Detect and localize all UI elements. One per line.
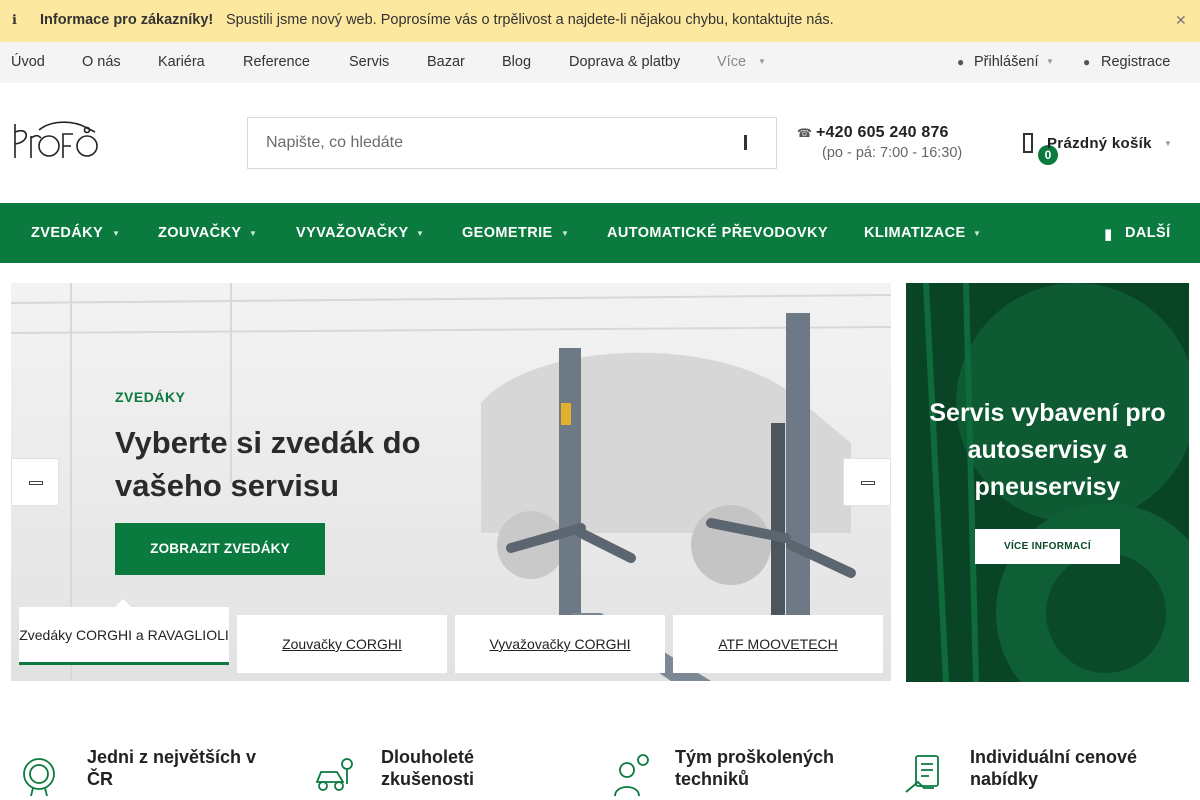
search-box bbox=[247, 117, 777, 169]
top-nav-item-doprava[interactable]: Doprava & platby bbox=[569, 54, 680, 70]
cart-label[interactable]: Prázdný košík bbox=[1047, 135, 1152, 152]
category-geometrie[interactable]: GEOMETRIE bbox=[462, 225, 553, 241]
chevron-down-icon: ▼ bbox=[561, 229, 570, 238]
category-zouvacky[interactable]: ZOUVAČKY bbox=[158, 225, 242, 241]
category-vyvazovacky[interactable]: VYVAŽOVAČKY bbox=[296, 225, 409, 241]
slider-tab-zouvacky[interactable]: Zouvačky CORGHI bbox=[237, 615, 447, 673]
feature-text: Dlouholeté zkušenosti bbox=[381, 747, 475, 789]
technician-icon bbox=[609, 752, 649, 797]
top-nav-item-kariera[interactable]: Kariéra bbox=[158, 54, 205, 70]
phone-icon: ☎ bbox=[797, 126, 812, 140]
search-input[interactable] bbox=[248, 118, 728, 168]
chevron-down-icon: ▼ bbox=[112, 229, 121, 238]
award-badge-icon bbox=[21, 752, 61, 797]
login-link[interactable]: Přihlášení bbox=[974, 54, 1038, 70]
show-lifts-button[interactable]: ZOBRAZIT ZVEDÁKY bbox=[115, 523, 325, 575]
feature-text: Tým proškolených techniků bbox=[675, 747, 835, 789]
register-link[interactable]: Registrace bbox=[1101, 54, 1170, 70]
side-banner-text: Servis vybavení pro autoservisy a pneuse… bbox=[929, 399, 1166, 501]
chevron-down-icon: ▼ bbox=[1046, 57, 1054, 66]
slider-next-button[interactable] bbox=[843, 458, 891, 506]
top-nav-item-bazar[interactable]: Bazar bbox=[427, 54, 465, 70]
contract-icon bbox=[904, 752, 944, 796]
top-nav-item-servis[interactable]: Servis bbox=[349, 54, 389, 70]
feature-text: Jedni z největších v ČR bbox=[87, 747, 257, 789]
top-nav-more[interactable]: Více bbox=[717, 54, 746, 70]
phone-number[interactable]: +420 605 240 876 bbox=[816, 124, 949, 142]
slider-tab-vyvazovacky[interactable]: Vyvažovačky CORGHI bbox=[455, 615, 665, 673]
chevron-down-icon: ▼ bbox=[1164, 139, 1172, 148]
opening-hours: (po - pá: 7:00 - 16:30) bbox=[822, 145, 963, 161]
register-icon: ● bbox=[1083, 55, 1091, 69]
chevron-down-icon: ▼ bbox=[249, 229, 258, 238]
hero-headline: Vyberte si zvedák do vašeho servisu bbox=[115, 425, 421, 503]
category-automaticke-prevodovky[interactable]: AUTOMATICKÉ PŘEVODOVKY bbox=[607, 225, 828, 241]
hero-kicker: ZVEDÁKY bbox=[115, 389, 186, 405]
car-repair-icon bbox=[315, 752, 355, 796]
side-banner[interactable]: Servis vybavení pro autoservisy a pneuse… bbox=[906, 283, 1189, 682]
info-bar-message: Spustili jsme nový web. Poprosíme vás o … bbox=[226, 12, 834, 28]
more-info-button[interactable]: VÍCE INFORMACÍ bbox=[975, 529, 1120, 564]
info-bar-title: Informace pro zákazníky! bbox=[40, 12, 214, 28]
arrow-right-icon bbox=[861, 481, 875, 485]
chevron-down-icon: ▼ bbox=[758, 57, 766, 66]
feature-text: Individuální cenové nabídky bbox=[970, 747, 1138, 789]
top-nav-item-uvod[interactable]: Úvod bbox=[11, 54, 45, 70]
top-nav: Úvod O nás Kariéra Reference Servis Baza… bbox=[0, 42, 1200, 83]
category-klimatizace[interactable]: KLIMATIZACE bbox=[864, 225, 966, 241]
arrow-left-icon bbox=[29, 481, 43, 485]
slider-tab-zvedaky[interactable]: Zvedáky CORGHI a RAVAGLIOLI bbox=[19, 599, 229, 665]
cart-icon[interactable] bbox=[1022, 130, 1036, 156]
top-nav-item-o-nas[interactable]: O nás bbox=[82, 54, 121, 70]
top-nav-item-reference[interactable]: Reference bbox=[243, 54, 310, 70]
search-icon[interactable] bbox=[742, 132, 758, 154]
chevron-down-icon: ▼ bbox=[973, 229, 982, 238]
info-bar: ℹ Informace pro zákazníky! Spustili jsme… bbox=[0, 0, 1200, 42]
info-icon: ℹ bbox=[12, 12, 17, 27]
category-zvedaky[interactable]: ZVEDÁKY bbox=[31, 225, 103, 241]
close-icon[interactable]: ✕ bbox=[1175, 12, 1187, 29]
category-nav: ZVEDÁKY ▼ ZOUVAČKY ▼ VYVAŽOVAČKY ▼ GEOME… bbox=[0, 203, 1200, 263]
user-icon: ● bbox=[957, 55, 965, 69]
category-more[interactable]: DALŠÍ bbox=[1125, 225, 1171, 241]
menu-icon: ▮ bbox=[1104, 226, 1113, 243]
slider-tab-atf[interactable]: ATF MOOVETECH bbox=[673, 615, 883, 673]
logo[interactable] bbox=[11, 118, 101, 162]
chevron-down-icon: ▼ bbox=[416, 229, 425, 238]
slider-prev-button[interactable] bbox=[11, 458, 59, 506]
top-nav-item-blog[interactable]: Blog bbox=[502, 54, 531, 70]
